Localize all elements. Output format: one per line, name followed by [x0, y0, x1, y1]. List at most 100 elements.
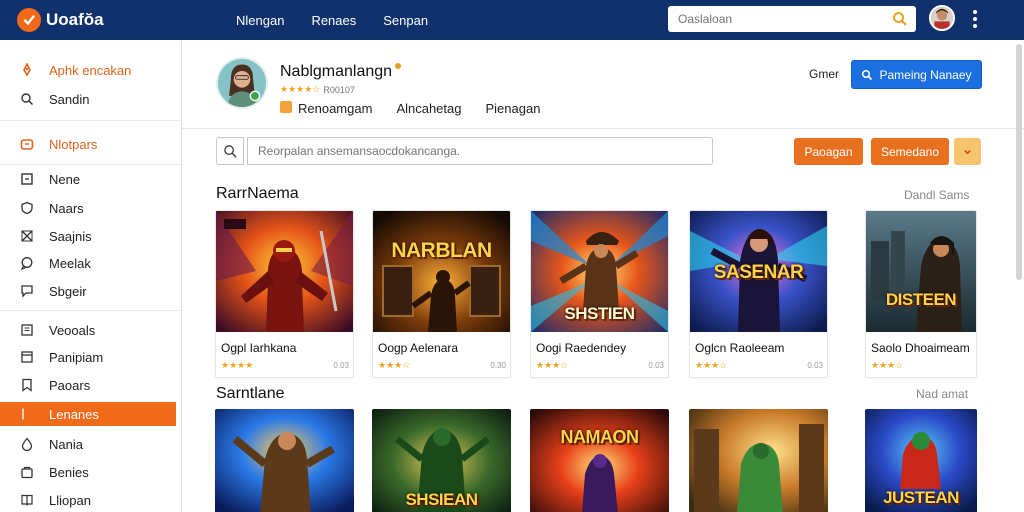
game-card[interactable]: [689, 409, 828, 512]
game-meta: 0.03: [648, 361, 664, 370]
sidebar-item-paoars[interactable]: Paoars: [0, 373, 176, 397]
game-card[interactable]: Ogpl Iarhkana ★★★★ 0.03: [215, 210, 354, 378]
sidebar-item-label: Nania: [49, 436, 83, 452]
star-rating-icon: ★★★★☆: [280, 84, 321, 94]
sidebar-item-label: Nene: [49, 171, 81, 187]
sidebar-item-panipiam[interactable]: Panipiam: [0, 345, 176, 369]
game-cover-image: [216, 211, 353, 332]
sidebar-item-aphk-encakan[interactable]: Aphk encakan: [0, 58, 176, 82]
profile-tabs: Renoamgam Alncahetag Pienagan: [280, 101, 564, 116]
square-icon: [20, 172, 34, 186]
primary-action-button[interactable]: Pameing Nanaey: [851, 60, 982, 89]
game-cover-image: NARBLAN: [373, 211, 510, 332]
sidebar: Aphk encakan Sandin Nlotpars Nene Naars …: [0, 40, 182, 512]
more-menu-icon[interactable]: [970, 8, 980, 30]
sidebar-divider: [0, 120, 182, 121]
sidebar-divider: [0, 310, 182, 311]
game-cover-title: DISTEEN: [885, 290, 957, 309]
top-nav-item[interactable]: Senpan: [383, 13, 428, 28]
game-cover-title: NARBLAN: [391, 239, 492, 262]
cross-icon: [20, 229, 34, 243]
sidebar-item-nlotpars[interactable]: Nlotpars: [0, 132, 176, 156]
game-meta: 0.30: [490, 361, 506, 370]
user-avatar[interactable]: [929, 5, 955, 31]
sidebar-item-saajnis[interactable]: Saajnis: [0, 224, 176, 248]
search-icon: [862, 69, 873, 80]
sidebar-item-label: Veooals: [49, 322, 96, 338]
game-card[interactable]: NARBLAN Oogp Aelenara ★★★☆ 0.30: [372, 210, 511, 378]
tab-renoamgam[interactable]: Renoamgam: [280, 101, 372, 116]
filter-search-input[interactable]: [247, 137, 713, 165]
brand[interactable]: Uoafŏa: [17, 8, 217, 32]
game-title: Oogi Raedendey: [536, 341, 627, 355]
sidebar-item-nania[interactable]: Nania: [0, 432, 176, 456]
sidebar-item-label: Naars: [49, 200, 84, 216]
game-card[interactable]: SASENAR Oglcn Raoleeam ★★★☆ 0.03: [689, 210, 828, 378]
search-icon: [20, 92, 34, 106]
brand-name: Uoafŏa: [46, 10, 104, 29]
filter-button-paoagan[interactable]: Paoagan: [794, 138, 863, 165]
sidebar-item-meelak[interactable]: Meelak: [0, 251, 176, 275]
sidebar-item-label: Saajnis: [49, 228, 92, 244]
game-card[interactable]: SHSTIEN Oogi Raedendey ★★★☆ 0.03: [530, 210, 669, 378]
sidebar-item-label: Panipiam: [49, 349, 104, 365]
sidebar-item-sbgeir[interactable]: Sbgeir: [0, 279, 176, 303]
sidebar-item-label: Aphk encakan: [49, 62, 132, 78]
vertical-scrollbar[interactable]: [1016, 44, 1022, 280]
game-card[interactable]: DISTEEN Saolo Dhoaimeam ★★★☆: [865, 210, 977, 378]
shield-icon: [20, 201, 34, 215]
sidebar-item-label: Paoars: [49, 377, 91, 393]
sidebar-item-naars[interactable]: Naars: [0, 196, 176, 220]
search-icon[interactable]: [216, 137, 244, 165]
game-meta: 0.03: [807, 361, 823, 370]
tab-label: Renoamgam: [298, 101, 373, 116]
game-title: Oogp Aelenara: [378, 341, 459, 355]
main-content: Nablgmanlangn ★★★★☆ R00107 Renoamgam Aln…: [182, 40, 1024, 512]
section-see-all-link[interactable]: Nad amat: [916, 387, 968, 401]
sort-toggle-button[interactable]: [954, 138, 981, 165]
game-card[interactable]: JUSTEAN: [865, 409, 977, 512]
game-card[interactable]: SHSIEAN: [372, 409, 511, 512]
sidebar-item-benies[interactable]: Benies: [0, 460, 176, 484]
tab-pienagan[interactable]: Pienagan: [486, 101, 541, 116]
sidebar-item-nene[interactable]: Nene: [0, 167, 176, 191]
section-see-all-link[interactable]: Dandl Sams: [904, 188, 969, 202]
filter-button-semedano[interactable]: Semedano: [871, 138, 949, 165]
game-title: Ogpl Iarhkana: [221, 341, 297, 355]
profile-avatar[interactable]: [216, 57, 268, 109]
top-nav: Nlengan Renaes Senpan: [236, 13, 455, 28]
top-nav-item[interactable]: Nlengan: [236, 13, 284, 28]
bag-icon: [20, 465, 34, 479]
search-icon[interactable]: [892, 11, 908, 27]
sidebar-divider: [0, 164, 182, 165]
game-title: Oglcn Raoleeam: [695, 341, 785, 355]
game-card[interactable]: NAMAON: [530, 409, 669, 512]
sidebar-item-lenanes[interactable]: Lenanes: [0, 402, 176, 426]
rocket-icon: [20, 63, 34, 77]
sidebar-item-label: Lenanes: [49, 406, 99, 422]
sidebar-item-sandin[interactable]: Sandin: [0, 87, 176, 111]
top-nav-item[interactable]: Renaes: [311, 13, 356, 28]
top-search: [668, 6, 916, 32]
game-cover-title: SHSIEAN: [405, 490, 478, 509]
game-card[interactable]: [215, 409, 354, 512]
sidebar-item-lliopan[interactable]: Lliopan: [0, 488, 176, 512]
game-cover-image: SASENAR: [690, 211, 827, 332]
gamepad-icon: [20, 137, 34, 151]
game-cover-title: SHSTIEN: [564, 304, 635, 323]
sidebar-item-label: Lliopan: [49, 492, 91, 508]
game-cover-image: [530, 409, 669, 512]
star-rating-icon: ★★★★: [221, 360, 254, 370]
game-title: Saolo Dhoaimeam: [871, 341, 970, 355]
sidebar-item-label: Sbgeir: [49, 283, 87, 299]
profile-name-text: Nablgmanlangn: [280, 63, 393, 80]
message-icon: [20, 284, 34, 298]
sidebar-item-label: Benies: [49, 464, 89, 480]
brand-logo-icon: [17, 8, 41, 32]
sidebar-item-veooals[interactable]: Veooals: [0, 318, 176, 342]
top-search-input[interactable]: [678, 12, 878, 26]
window-icon: [20, 350, 34, 364]
top-bar: Uoafŏa Nlengan Renaes Senpan: [0, 0, 1024, 40]
tab-alncahetag[interactable]: Alncahetag: [396, 101, 461, 116]
game-cover-image: DISTEEN: [866, 211, 976, 332]
